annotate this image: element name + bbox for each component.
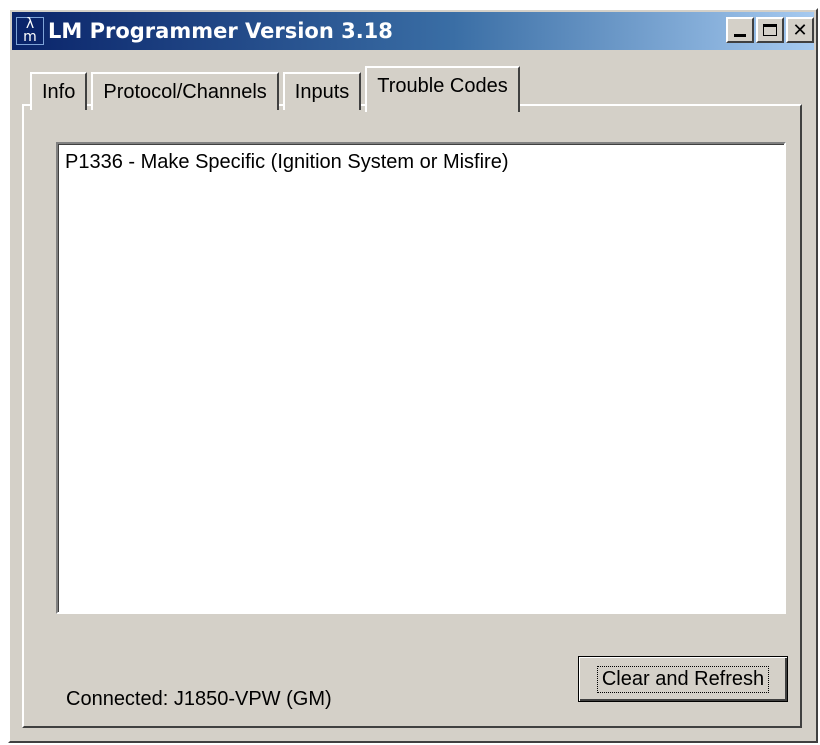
trouble-code-item[interactable]: P1336 - Make Specific (Ignition System o… bbox=[65, 149, 778, 175]
tab-inputs[interactable]: Inputs bbox=[282, 72, 362, 110]
tab-info[interactable]: Info bbox=[30, 72, 88, 110]
title-bar[interactable]: λm LM Programmer Version 3.18 ✕ bbox=[12, 12, 814, 50]
clear-refresh-label: Clear and Refresh bbox=[596, 665, 770, 693]
trouble-codes-list[interactable]: P1336 - Make Specific (Ignition System o… bbox=[56, 142, 786, 614]
tab-trouble-codes[interactable]: Trouble Codes bbox=[365, 66, 520, 112]
close-icon[interactable]: ✕ bbox=[786, 17, 814, 43]
window-controls: ✕ bbox=[724, 17, 814, 43]
clear-refresh-button[interactable]: Clear and Refresh bbox=[578, 656, 788, 702]
connection-status: Connected: J1850-VPW (GM) bbox=[66, 688, 332, 710]
minimize-icon[interactable] bbox=[726, 17, 754, 43]
trouble-codes-panel: P1336 - Make Specific (Ignition System o… bbox=[22, 104, 802, 728]
tab-protocol-channels[interactable]: Protocol/Channels bbox=[91, 72, 279, 110]
window-title: LM Programmer Version 3.18 bbox=[48, 19, 393, 43]
tab-bar: Info Protocol/Channels Inputs Trouble Co… bbox=[30, 66, 524, 112]
maximize-icon[interactable] bbox=[756, 17, 784, 43]
app-icon[interactable]: λm bbox=[16, 17, 44, 45]
app-window: λm LM Programmer Version 3.18 ✕ P1336 - … bbox=[8, 8, 818, 743]
